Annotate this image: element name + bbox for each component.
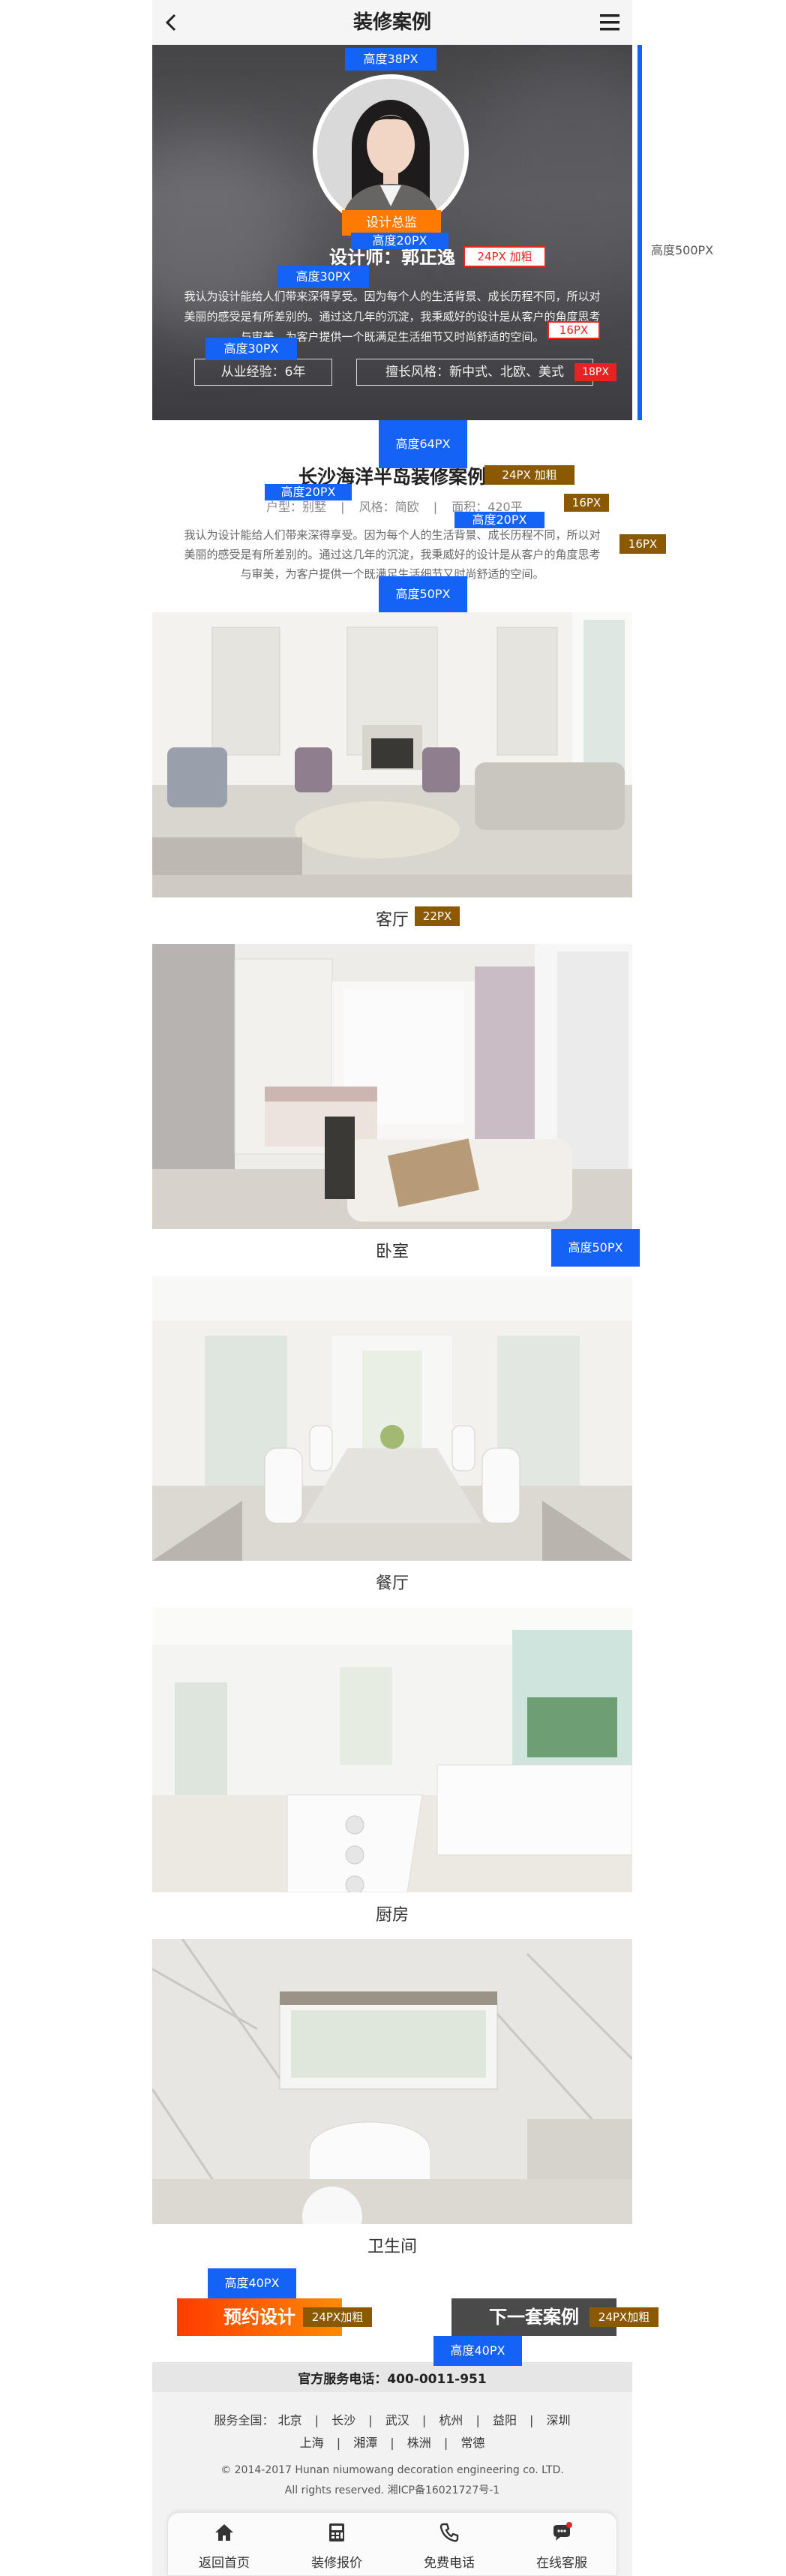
footer: 官方服务电话：400-0011-951 服务全国： 北京 | 长沙 | 武汉 |… — [152, 2362, 632, 2576]
spec-tag: 高度20PX — [351, 233, 448, 249]
phone-icon — [440, 2523, 459, 2542]
cities-row-2: 上海 | 湘潭 | 株洲 | 常德 — [299, 2436, 485, 2450]
rights-reserved: All rights reserved. 湘ICP备16021727号-1 — [284, 2484, 500, 2496]
spec-tag: 高度30PX — [206, 338, 297, 360]
spec-tag: 22PX — [415, 906, 460, 926]
spec-tag: 16PX — [620, 534, 666, 554]
designer-photo — [317, 79, 464, 226]
designer-avatar — [313, 74, 469, 230]
spec-tag: 高度50PX — [379, 576, 467, 612]
spec-tag: 高度30PX — [278, 266, 369, 288]
spec-tag: 24PX 加粗 — [484, 465, 574, 485]
spec-tag: 高度40PX — [434, 2336, 522, 2366]
style-box: 擅长风格：新中式、北欧、美式 — [356, 359, 593, 386]
nav-quote[interactable]: 装修报价 — [280, 2513, 393, 2576]
meta-style: 风格：简欧 — [358, 500, 419, 514]
height-indicator-bar — [638, 45, 642, 420]
spec-tag: 高度50PX — [551, 1229, 640, 1267]
living-room-illustration — [152, 612, 632, 897]
nav-phone[interactable]: 免费电话 — [393, 2513, 506, 2576]
dining-room-illustration — [152, 1276, 632, 1561]
desc-line: 我认为设计能给人们带来深得享受。因为每个人的生活背景、成长历程不同，所以对 — [184, 528, 601, 542]
hamburger-menu-icon[interactable] — [598, 12, 621, 33]
spec-tag: 高度38PX — [345, 48, 436, 71]
project-description: 我认为设计能给人们带来深得享受。因为每个人的生活背景、成长历程不同，所以对 美丽… — [161, 525, 623, 584]
city-link[interactable]: 常德 — [460, 2436, 484, 2450]
nav-label: 在线客服 — [536, 2556, 587, 2571]
calculator-icon — [329, 2523, 344, 2541]
page-title: 装修案例 — [352, 11, 431, 34]
spec-tag: 高度64PX — [379, 420, 467, 468]
room-label-bathroom: 卫生间 — [367, 2238, 417, 2256]
spec-tag: 16PX — [548, 321, 600, 339]
spec-tag: 24PX加粗 — [303, 2307, 372, 2327]
room-photo-living[interactable] — [152, 612, 632, 897]
service-phone[interactable]: 官方服务电话：400-0011-951 — [152, 2368, 632, 2387]
height-annotation: 高度500PX — [651, 243, 714, 257]
home-icon — [215, 2524, 233, 2541]
chat-icon — [554, 2522, 572, 2541]
bedroom-illustration — [152, 944, 632, 1229]
spec-tag: 16PX — [564, 494, 609, 512]
spec-tag: 18PX — [574, 363, 616, 381]
cities-row-1: 服务全国： 北京 | 长沙 | 武汉 | 杭州 | 益阳 | 深圳 — [214, 2413, 571, 2427]
experience-box: 从业经验：6年 — [194, 359, 332, 386]
top-bar: 装修案例 — [152, 0, 632, 45]
nav-service[interactable]: 在线客服 — [506, 2513, 618, 2576]
room-label-dining: 餐厅 — [375, 1574, 409, 1593]
city-link[interactable]: 长沙 — [332, 2413, 356, 2427]
kitchen-illustration — [152, 1607, 632, 1892]
city-link[interactable]: 武汉 — [386, 2413, 410, 2427]
room-photo-bedroom[interactable] — [152, 944, 632, 1229]
room-label-kitchen: 厨房 — [375, 1906, 409, 1925]
city-link[interactable]: 深圳 — [547, 2413, 571, 2427]
bio-line: 我认为设计能给人们带来深得享受。因为每个人的生活背景、成长历程不同，所以对 — [184, 290, 601, 303]
bottom-nav: 返回首页 装修报价 免费电话 在线客服 — [167, 2512, 617, 2576]
bathroom-illustration — [152, 1939, 632, 2224]
room-photo-kitchen[interactable] — [152, 1607, 632, 1892]
city-link[interactable]: 上海 — [300, 2436, 324, 2450]
cities-label: 服务全国： — [214, 2413, 274, 2427]
desc-line: 美丽的感受是有所差别的。通过这几年的沉淀，我秉威好的设计是从客户的角度思考 — [184, 548, 601, 561]
room-label-living: 客厅 — [375, 911, 409, 930]
city-link[interactable]: 益阳 — [493, 2413, 517, 2427]
spec-tag: 24PX加粗 — [590, 2307, 658, 2327]
nav-home[interactable]: 返回首页 — [168, 2513, 280, 2576]
nav-label: 免费电话 — [424, 2556, 475, 2571]
spec-tag: 24PX 加粗 — [464, 246, 546, 267]
designer-badge: 设计总监 — [342, 210, 441, 236]
city-link[interactable]: 杭州 — [439, 2413, 463, 2427]
copyright: © 2014-2017 Hunan niumowang decoration e… — [220, 2464, 564, 2476]
city-link[interactable]: 北京 — [278, 2413, 302, 2427]
city-link[interactable]: 湘潭 — [353, 2436, 377, 2450]
meta-type: 户型：别墅 — [266, 500, 327, 514]
nav-label: 返回首页 — [199, 2556, 250, 2571]
room-photo-dining[interactable] — [152, 1276, 632, 1561]
nav-label: 装修报价 — [311, 2556, 362, 2571]
spec-tag: 高度20PX — [454, 512, 544, 528]
spec-tag: 高度20PX — [265, 484, 352, 500]
city-link[interactable]: 株洲 — [407, 2436, 431, 2450]
spec-tag: 高度40PX — [208, 2268, 296, 2298]
room-photo-bathroom[interactable] — [152, 1939, 632, 2224]
